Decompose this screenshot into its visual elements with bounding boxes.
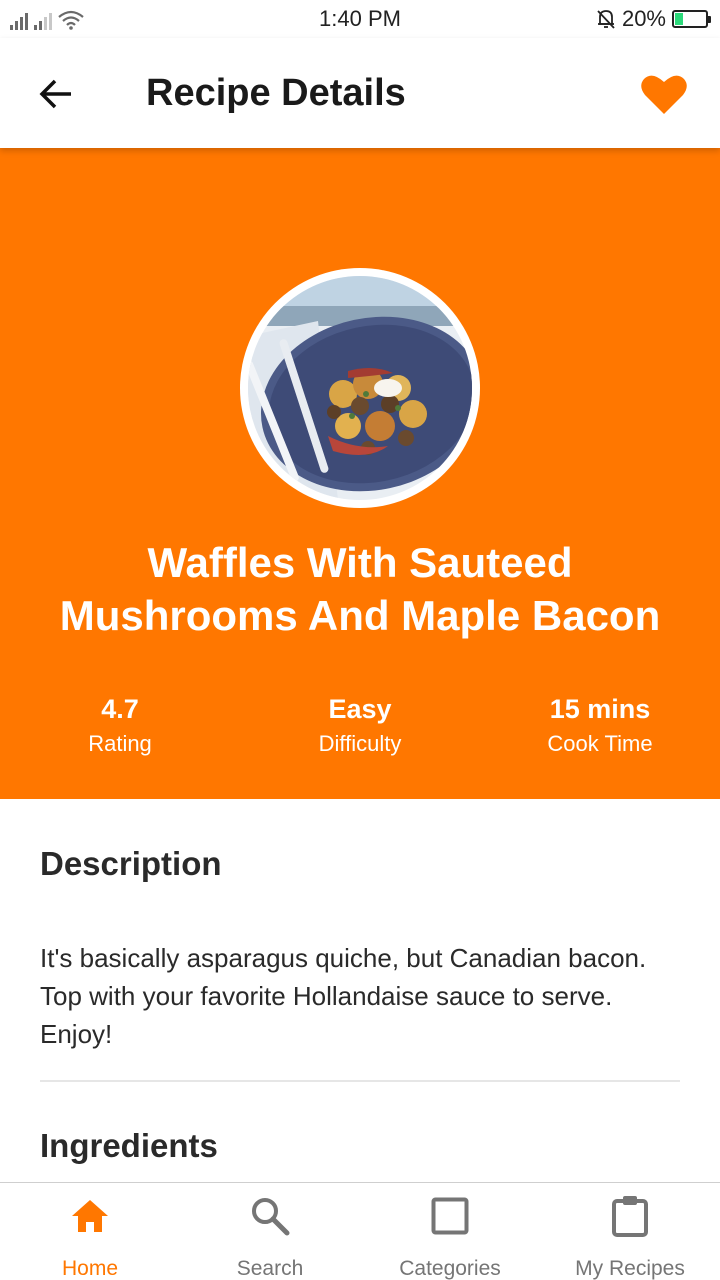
recipe-hero: Waffles With Sauteed Mushrooms And Maple… [0,148,720,799]
status-right: 20% [596,6,711,32]
favorite-button[interactable] [636,66,692,122]
stat-label: Rating [88,731,152,756]
nav-search[interactable]: Search [180,1183,360,1280]
nav-label: Categories [399,1257,501,1280]
ingredients-heading: Ingredients [40,1127,218,1164]
home-icon [68,1195,112,1237]
description-text: It's basically asparagus quiche, but Can… [40,943,647,1049]
page-title: Recipe Details [146,72,406,114]
description-heading: Description [40,845,222,882]
nav-label: Home [61,1257,119,1280]
nav-home[interactable]: Home [0,1183,180,1280]
nav-label: My Recipes [575,1257,685,1280]
nav-categories[interactable]: Categories [360,1183,540,1280]
app-bar: Recipe Details [0,38,720,148]
heart-icon [641,75,687,114]
nav-my-recipes[interactable]: My Recipes [540,1183,720,1280]
categories-icon [428,1195,472,1237]
recipe-stats: 4.7 Rating Easy Difficulty 15 mins Cook … [0,693,720,759]
recipe-photo [248,276,472,500]
stat-value: 15 mins [549,694,651,724]
recipe-title: Waffles With Sauteed Mushrooms And Maple… [59,539,661,639]
nav-label: Search [236,1257,304,1280]
battery-percent: 20% [621,6,666,31]
stat-rating: 4.7 Rating [0,693,240,759]
bell-muted-icon [597,10,615,29]
clipboard-icon [608,1195,652,1237]
back-button[interactable] [28,66,84,122]
stat-value: Easy [328,694,392,724]
divider [40,1080,680,1082]
recipe-photo-frame [240,268,480,508]
stat-label: Cook Time [547,731,653,756]
stat-label: Difficulty [318,731,402,756]
arrow-left-icon [39,79,71,109]
status-bar: 1:40 PM 20% [0,0,720,38]
search-icon [248,1195,292,1237]
battery-icon [672,10,711,28]
stat-difficulty: Easy Difficulty [240,693,480,759]
stat-cook-time: 15 mins Cook Time [480,693,720,759]
bottom-navigation: Home Search Categories My Recipes [0,1182,720,1280]
stat-value: 4.7 [101,694,139,724]
